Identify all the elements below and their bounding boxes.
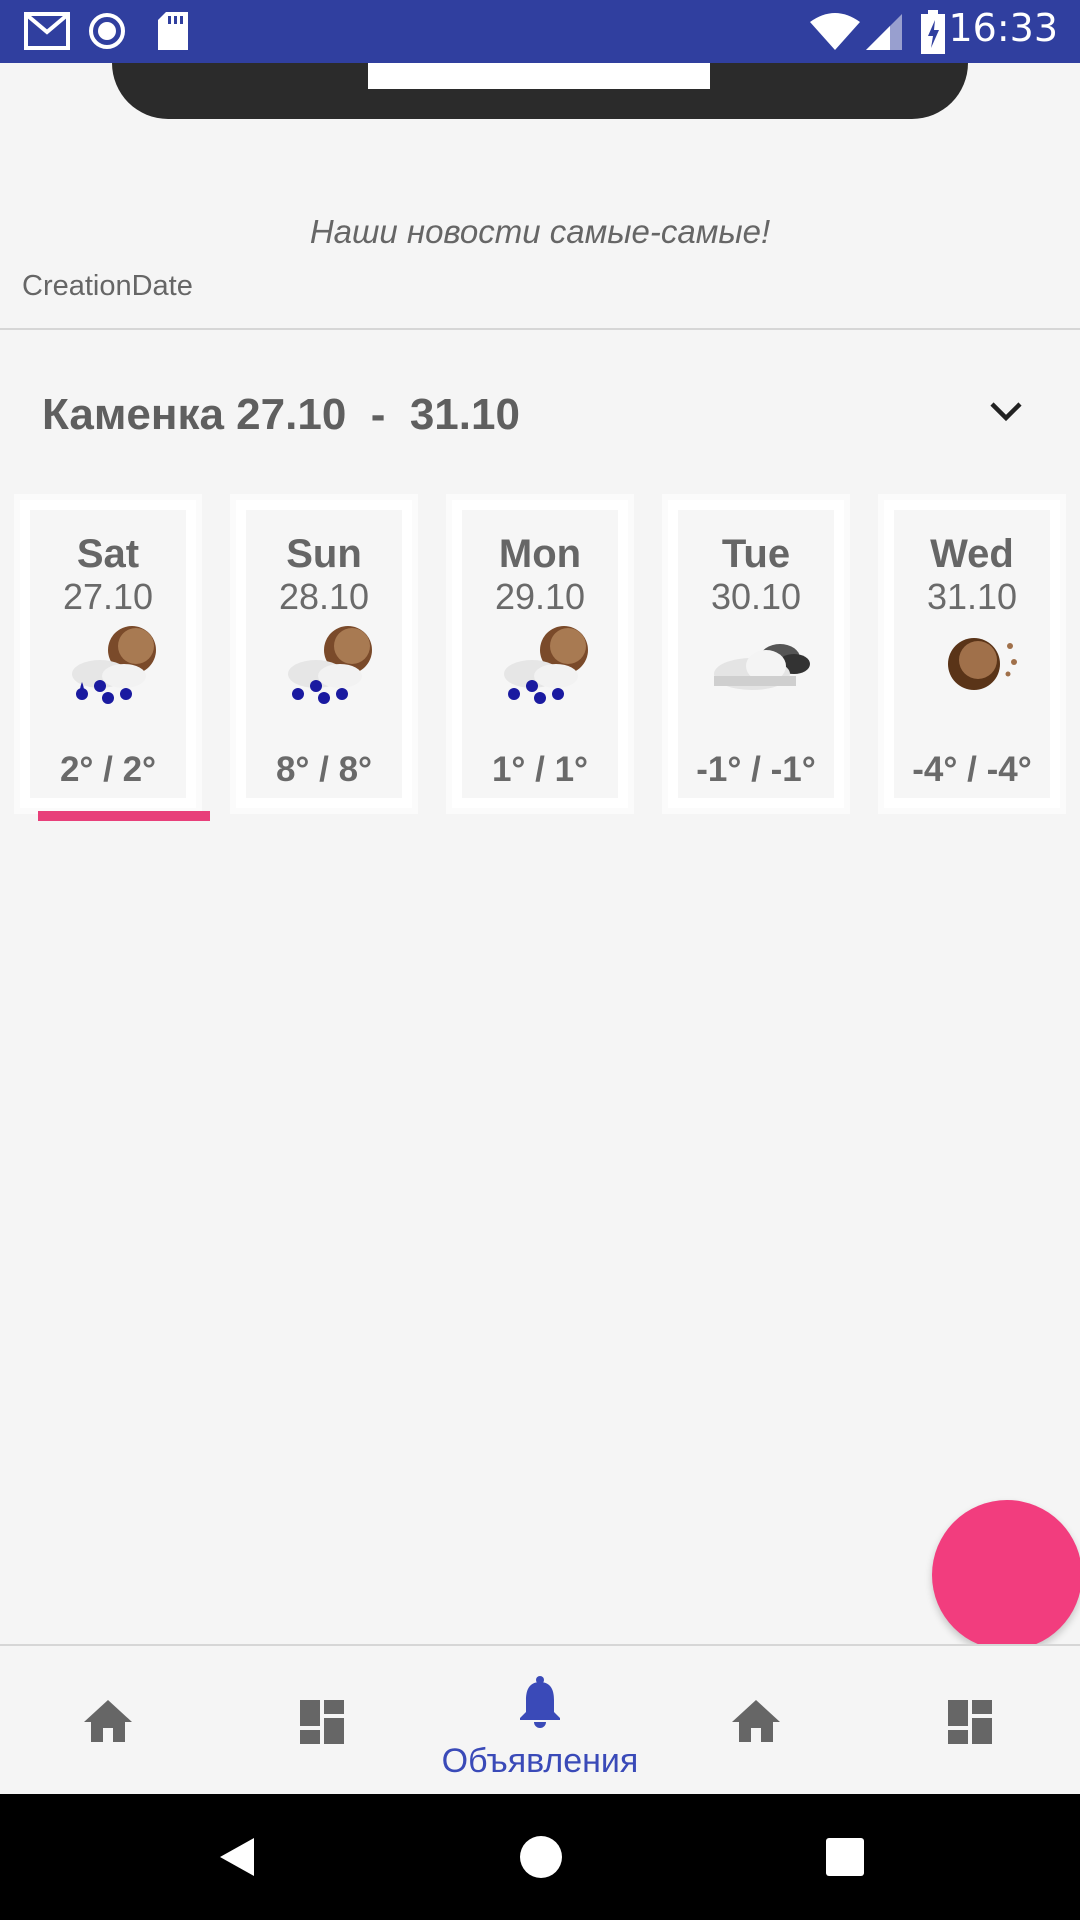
nav-item-dashboard-2[interactable] (864, 1646, 1080, 1796)
weather-day-card-inner: Tue 30.10 -1° / -1° (678, 510, 834, 798)
selected-day-indicator (38, 811, 210, 821)
nav-item-dashboard[interactable] (216, 1646, 432, 1796)
news-slogan: Наши новости самые-самые! (309, 213, 771, 250)
home-icon (732, 1700, 780, 1742)
back-icon[interactable] (214, 1834, 260, 1880)
day-name: Sat (76, 532, 140, 576)
rain-sun-icon (288, 626, 372, 704)
creation-date-label: CreationDate (22, 270, 193, 302)
weather-day-card[interactable]: Tue 30.10 -1° / -1° (668, 500, 844, 808)
day-temperature: 2° / 2° (59, 750, 157, 789)
divider (0, 328, 1080, 330)
weather-day-card-inner: Mon 29.10 1° / 1° (462, 510, 618, 798)
bottom-navigation: Объявления (0, 1644, 1080, 1796)
day-date: 31.10 (926, 576, 1018, 617)
record-icon (89, 13, 125, 49)
day-name: Mon (498, 532, 582, 576)
weather-day-card[interactable]: Sat 27.10 2° / 2° (20, 500, 196, 808)
day-name: Tue (721, 532, 791, 576)
signal-icon (866, 14, 902, 50)
weather-day-card[interactable]: Sun 28.10 8° / 8° (236, 500, 412, 808)
rain-sun-icon (72, 626, 156, 704)
rain-sun-icon (504, 626, 588, 704)
gmail-icon (24, 12, 70, 50)
sun-icon (948, 638, 1017, 690)
header-image-slot (368, 63, 710, 89)
nav-item-announcements[interactable]: Объявления (432, 1646, 648, 1796)
wifi-icon (810, 13, 860, 50)
nav-item-home[interactable] (0, 1646, 216, 1796)
dashboard-icon (300, 1700, 344, 1744)
day-temperature: 1° / 1° (491, 750, 589, 789)
status-time: 16:33 (948, 6, 1058, 50)
bell-icon (520, 1676, 560, 1728)
floating-action-button[interactable] (932, 1500, 1080, 1650)
recents-icon[interactable] (824, 1836, 866, 1878)
weather-day-card-inner: Wed 31.10 -4° / -4° (894, 510, 1050, 798)
nav-item-home-2[interactable] (648, 1646, 864, 1796)
day-temperature: -4° / -4° (912, 750, 1032, 789)
home-circle-icon[interactable] (518, 1834, 564, 1880)
day-date: 30.10 (710, 576, 802, 617)
day-date: 29.10 (494, 576, 586, 617)
system-navigation-bar (0, 1794, 1080, 1920)
sd-card-icon (158, 12, 188, 50)
day-temperature: 8° / 8° (275, 750, 373, 789)
nav-label-announcements: Объявления (441, 1742, 639, 1780)
day-date: 28.10 (278, 576, 370, 617)
status-bar: 16:33 (0, 0, 1080, 63)
header-image (112, 63, 968, 119)
cloudy-icon (714, 644, 810, 690)
home-icon (84, 1700, 132, 1742)
weather-day-card-inner: Sat 27.10 2° / 2° (30, 510, 186, 798)
weather-day-card[interactable]: Mon 29.10 1° / 1° (452, 500, 628, 808)
chevron-down-icon[interactable] (988, 398, 1024, 424)
weather-day-card[interactable]: Wed 31.10 -4° / -4° (884, 500, 1060, 808)
day-temperature: -1° / -1° (696, 750, 816, 789)
battery-charging-icon (921, 10, 945, 54)
weather-title: Каменка 27.10 - 31.10 (42, 390, 520, 439)
dashboard-icon (948, 1700, 992, 1744)
day-name: Sun (286, 532, 362, 576)
day-date: 27.10 (62, 576, 154, 617)
day-name: Wed (930, 532, 1014, 576)
weather-day-card-inner: Sun 28.10 8° / 8° (246, 510, 402, 798)
